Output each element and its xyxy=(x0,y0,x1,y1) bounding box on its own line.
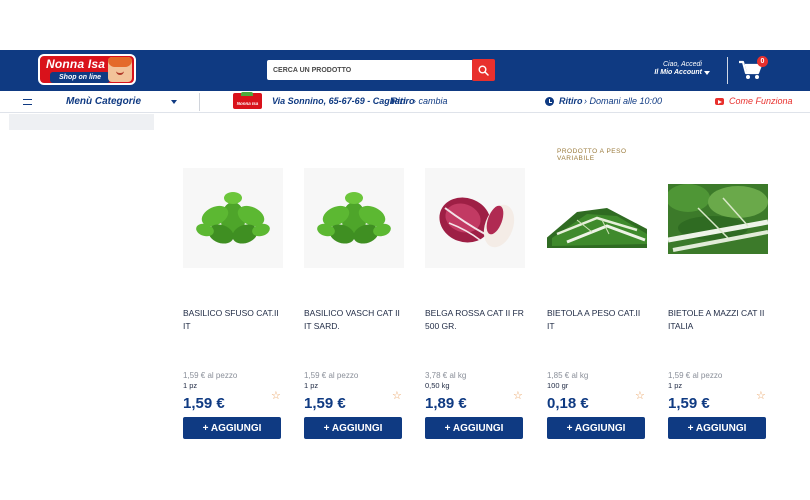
add-to-cart-button[interactable]: + AGGIUNGI xyxy=(183,417,281,439)
add-to-cart-button[interactable]: + AGGIUNGI xyxy=(668,417,766,439)
account-label: Il Mio Account xyxy=(654,69,702,76)
top-spacer xyxy=(0,0,810,50)
unit-price: 1,59 € al pezzo xyxy=(668,371,723,380)
site-header: Nonna Isa Shop on line Ciao, Accedi Il M… xyxy=(0,50,810,91)
favorite-star-icon[interactable]: ☆ xyxy=(635,390,645,402)
product-card[interactable]: BELGA ROSSA CAT II FR 500 GR. 3,78 € al … xyxy=(425,140,525,440)
category-menu-button[interactable]: Menù Categorie xyxy=(66,96,141,107)
header-divider xyxy=(727,57,728,84)
clock-icon xyxy=(545,97,554,106)
favorite-star-icon[interactable]: ☆ xyxy=(513,390,523,402)
search-input[interactable] xyxy=(267,60,472,80)
product-name[interactable]: BELGA ROSSA CAT II FR 500 GR. xyxy=(425,307,525,333)
video-play-icon[interactable] xyxy=(715,98,724,105)
ritiro-label: Ritiro xyxy=(391,96,415,106)
search-button[interactable] xyxy=(472,59,495,81)
product-price: 1,89 € xyxy=(425,395,467,412)
unit-price: 1,59 € al pezzo xyxy=(183,371,238,380)
product-quantity: 100 gr xyxy=(547,381,569,390)
sub-navigation: Menù Categorie Nonna Isa Via Sonnino, 65… xyxy=(0,91,810,113)
product-card[interactable]: BASILICO VASCH CAT II IT SARD. 1,59 € al… xyxy=(304,140,404,440)
product-card[interactable]: BASILICO SFUSO CAT.II IT 1,59 € al pezzo… xyxy=(183,140,283,440)
account-menu[interactable]: Ciao, Accedi Il Mio Account xyxy=(640,61,710,77)
pickup-time-link[interactable]: › Domani alle 10:00 xyxy=(584,96,662,106)
product-quantity: 1 pz xyxy=(304,381,319,390)
how-it-works-link[interactable]: Come Funziona xyxy=(729,96,793,106)
product-card[interactable]: BIETOLE A MAZZI CAT II ITALIA 1,59 € al … xyxy=(668,140,768,440)
product-name[interactable]: BIETOLE A MAZZI CAT II ITALIA xyxy=(668,307,768,333)
chevron-down-icon xyxy=(704,71,710,75)
subbar-divider xyxy=(199,93,200,111)
favorite-star-icon[interactable]: ☆ xyxy=(392,390,402,402)
chevron-down-icon[interactable] xyxy=(171,100,177,104)
product-image-radicchio[interactable] xyxy=(425,168,525,268)
product-quantity: 0,50 kg xyxy=(425,381,450,390)
add-to-cart-button[interactable]: + AGGIUNGI xyxy=(547,417,645,439)
product-price: 0,18 € xyxy=(547,395,589,412)
unit-price: 3,78 € al kg xyxy=(425,371,467,380)
cart-count-badge: 0 xyxy=(757,56,768,67)
product-name[interactable]: BASILICO SFUSO CAT.II IT xyxy=(183,307,283,333)
site-logo[interactable]: Nonna Isa Shop on line xyxy=(38,54,136,85)
product-price: 1,59 € xyxy=(183,395,225,412)
variable-weight-badge: PRODOTTO A PESO VARIABILE xyxy=(557,148,627,162)
favorite-star-icon[interactable]: ☆ xyxy=(271,390,281,402)
product-image-chard[interactable] xyxy=(547,168,647,268)
add-to-cart-button[interactable]: + AGGIUNGI xyxy=(425,417,523,439)
store-logo-text: Nonna Isa xyxy=(236,101,259,106)
logo-brand: Nonna Isa xyxy=(46,57,106,71)
product-image-basil[interactable] xyxy=(183,168,283,268)
change-store-link[interactable]: › cambia xyxy=(413,96,448,106)
search-icon xyxy=(478,65,489,76)
pickup-label: Ritiro xyxy=(559,96,583,106)
store-logo: Nonna Isa xyxy=(233,92,262,109)
product-name[interactable]: BASILICO VASCH CAT II IT SARD. xyxy=(304,307,404,333)
unit-price: 1,59 € al pezzo xyxy=(304,371,359,380)
product-image-chard-bunch[interactable] xyxy=(668,168,768,268)
product-card[interactable]: PRODOTTO A PESO VARIABILE BIETOLA A PESO… xyxy=(547,140,647,440)
logo-grandma-icon xyxy=(108,57,132,82)
sidebar-placeholder xyxy=(9,114,154,130)
product-quantity: 1 pz xyxy=(183,381,198,390)
add-to-cart-button[interactable]: + AGGIUNGI xyxy=(304,417,402,439)
unit-price: 1,85 € al kg xyxy=(547,371,589,380)
product-name[interactable]: BIETOLA A PESO CAT.II IT xyxy=(547,307,647,333)
product-price: 1,59 € xyxy=(668,395,710,412)
product-quantity: 1 pz xyxy=(668,381,683,390)
account-greeting: Ciao, Accedi xyxy=(662,61,702,68)
hamburger-icon[interactable] xyxy=(23,99,32,105)
product-price: 1,59 € xyxy=(304,395,346,412)
favorite-star-icon[interactable]: ☆ xyxy=(756,390,766,402)
store-address: Via Sonnino, 65-67-69 - Cagliari xyxy=(272,96,406,106)
product-image-basil[interactable] xyxy=(304,168,404,268)
logo-tagline: Shop on line xyxy=(50,72,110,83)
